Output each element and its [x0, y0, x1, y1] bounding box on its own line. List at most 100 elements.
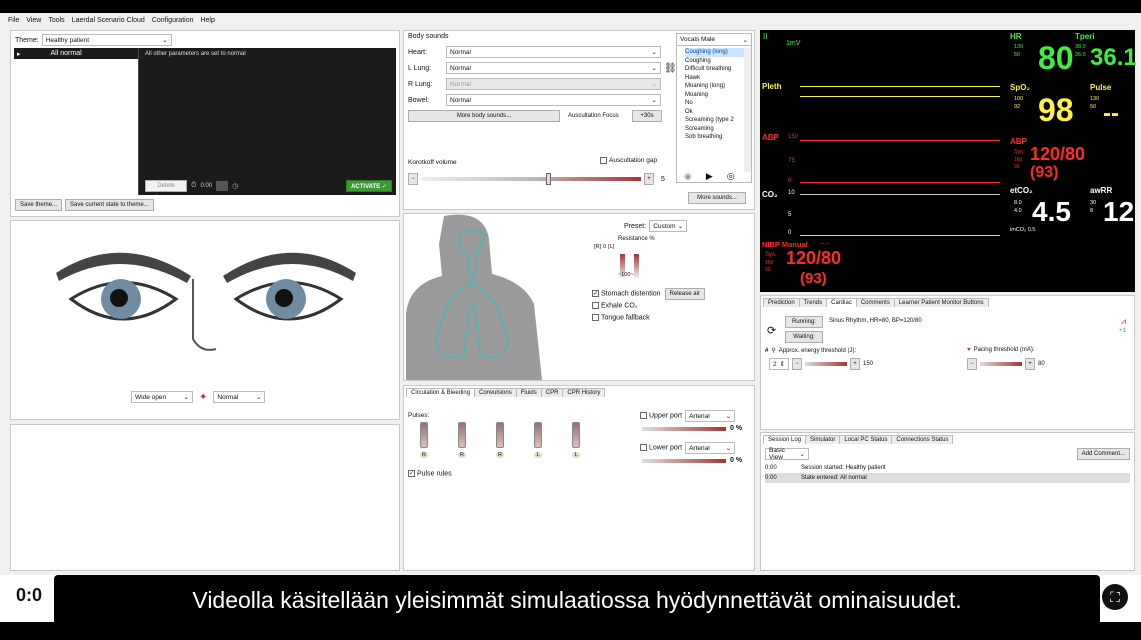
menu-scenario-cloud[interactable]: Laerdal Scenario Cloud [72, 17, 145, 24]
tab-prediction[interactable]: Prediction [763, 298, 800, 307]
save-state-button[interactable]: Save current state to theme... [65, 199, 154, 211]
tab-session-log[interactable]: Session Log [763, 435, 807, 444]
more-body-sounds-button[interactable]: More body sounds... [408, 110, 560, 122]
vocal-item[interactable]: Screaming (type 2 [685, 116, 745, 125]
lower-port-checkbox[interactable]: Lower port [640, 444, 682, 452]
r-lung-select[interactable]: Normal ⌄ [446, 78, 661, 90]
trigger-box[interactable] [216, 181, 229, 191]
add-comment-button[interactable]: Add Comment... [1076, 448, 1130, 460]
pacing-slider[interactable] [980, 362, 1022, 366]
slider-track[interactable] [421, 173, 641, 185]
link-lungs-icon[interactable]: ⛓ [664, 63, 677, 74]
pulse-rules-checkbox[interactable]: ✓ Pulse rules [408, 470, 452, 477]
pulse-control[interactable]: R [496, 422, 504, 458]
tab-cardiac[interactable]: Cardiac [826, 298, 857, 307]
vocal-item[interactable]: Ok [685, 108, 745, 117]
theme-select[interactable]: Healthy patient ⌄ [41, 34, 172, 46]
korotkoff-slider[interactable]: − + 5 [408, 173, 665, 185]
pulse-slider[interactable] [534, 422, 542, 448]
tab-convulsions[interactable]: Convulsions [474, 388, 517, 397]
menu-file[interactable]: File [8, 17, 19, 24]
energy-slider[interactable] [805, 362, 847, 366]
preset-select[interactable]: Custom ⌄ [649, 220, 688, 232]
plus-button[interactable]: + [644, 173, 654, 185]
slider-thumb[interactable] [546, 173, 551, 185]
tab-fluids[interactable]: Fluids [515, 388, 542, 397]
vocal-item[interactable]: No [685, 99, 745, 108]
vocal-item[interactable]: Coughing (long) [685, 48, 745, 57]
vocal-item[interactable]: Screaming [685, 125, 745, 134]
vocals-select[interactable]: Vocals Male ⌄ [677, 34, 751, 46]
more-sounds-button[interactable]: More sounds... [688, 192, 746, 204]
pulse-slider[interactable] [572, 422, 580, 448]
log-row[interactable]: 0:00 State entered: All normal [765, 473, 1130, 483]
clock-icon[interactable]: ◷ [232, 182, 238, 190]
energy-stepper[interactable]: 2 ⇕ [769, 358, 789, 370]
log-view-select[interactable]: Basic View ⌄ [765, 447, 809, 461]
lower-port-select[interactable]: Arterial ⌄ [685, 442, 736, 454]
save-theme-button[interactable]: Save theme... [15, 199, 63, 211]
plus-button[interactable]: + [1025, 358, 1035, 370]
heart-select[interactable]: Normal ⌄ [446, 46, 661, 58]
upper-port-checkbox[interactable]: Upper port [640, 412, 682, 420]
pulse-control[interactable]: L [534, 422, 542, 458]
upper-port-select[interactable]: Arterial ⌄ [685, 410, 736, 422]
exhale-co2-checkbox[interactable]: Exhale CO₂ [592, 302, 638, 309]
menu-tools[interactable]: Tools [48, 17, 64, 24]
tree-item-label: All normal [50, 50, 82, 57]
tree-item-all-normal[interactable]: ▸ All normal [14, 48, 138, 59]
refresh-icon[interactable]: ⟳ [767, 324, 776, 337]
pupil-select[interactable]: Normal ⌄ [213, 391, 266, 403]
tab-circulation[interactable]: Circulation & Bleeding [406, 388, 476, 397]
ecg-icon[interactable]: ⩘ [1121, 316, 1126, 327]
waiting-button[interactable]: Waiting: [785, 331, 823, 343]
tab-comments[interactable]: Comments [855, 298, 895, 307]
fullscreen-icon[interactable]: ⛶ [1102, 584, 1128, 610]
tab-cpr[interactable]: CPR [540, 388, 564, 397]
vocal-item[interactable]: Coughing [685, 57, 745, 66]
tab-connections-status[interactable]: Connections Status [891, 435, 954, 444]
vocal-item[interactable]: Sob breathing [685, 133, 745, 142]
auscultation-time-button[interactable]: +30s [632, 110, 662, 122]
release-air-button[interactable]: Release air [664, 288, 705, 300]
stomach-distention-checkbox[interactable]: ✓ Stomach distention [592, 290, 661, 298]
menu-help[interactable]: Help [200, 17, 214, 24]
pulse-control[interactable]: R [458, 422, 466, 458]
tongue-fallback-checkbox[interactable]: Tongue fallback [592, 314, 650, 321]
activate-button[interactable]: ACTIVATE ✓ [346, 180, 392, 192]
menu-view[interactable]: View [26, 17, 41, 24]
eyelid-select[interactable]: Wide open ⌄ [131, 391, 193, 403]
vocal-item[interactable]: Difficult breathing [685, 65, 745, 74]
record-icon[interactable]: ◉ [684, 171, 692, 182]
tab-trends[interactable]: Trends [798, 298, 828, 307]
minus-button[interactable]: − [967, 358, 977, 370]
stop-icon[interactable]: ◎ [727, 171, 735, 182]
vocal-item[interactable]: Moaning (long) [685, 82, 745, 91]
pulse-slider[interactable] [458, 422, 466, 448]
minus-button[interactable]: − [408, 173, 418, 185]
pulse-control[interactable]: L [572, 422, 580, 458]
vocals-scrollbar[interactable] [744, 48, 751, 172]
pulse-slider[interactable] [420, 422, 428, 448]
minus-button[interactable]: − [792, 358, 802, 370]
pulse-slider[interactable] [496, 422, 504, 448]
running-button[interactable]: Running: [785, 316, 823, 328]
menu-configuration[interactable]: Configuration [152, 17, 194, 24]
log-row[interactable]: 0:00 Session started: Healthy patient [765, 463, 1130, 473]
auscultation-gap-checkbox[interactable]: Auscultation gap [600, 157, 657, 164]
tab-local-pc-status[interactable]: Local PC Status [839, 435, 893, 444]
tab-cpr-history[interactable]: CPR History [562, 388, 606, 397]
tab-learner-buttons[interactable]: Learner Patient Monitor Buttons [893, 298, 989, 307]
vocal-item[interactable]: Moaning [685, 91, 745, 100]
tab-simulator[interactable]: Simulator [805, 435, 841, 444]
pulse-control[interactable]: R [420, 422, 428, 458]
delete-button[interactable]: Delete [145, 180, 187, 192]
plus-button[interactable]: + [850, 358, 860, 370]
resistance-slider-right[interactable] [634, 254, 639, 278]
bowel-select[interactable]: Normal ⌄ [446, 94, 661, 106]
upper-port-slider[interactable] [642, 427, 726, 431]
lower-port-slider[interactable] [642, 459, 726, 463]
l-lung-select[interactable]: Normal ⌄ [446, 62, 661, 74]
vocal-item[interactable]: Hawk [685, 74, 745, 83]
play-icon[interactable]: ▶ [706, 171, 713, 182]
